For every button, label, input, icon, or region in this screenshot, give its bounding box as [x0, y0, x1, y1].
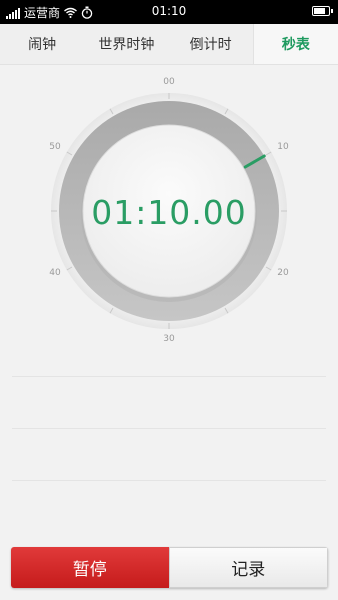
status-bar: 运营商 01:10 [0, 0, 338, 24]
status-time: 01:10 [151, 4, 187, 18]
stopwatch-dial: 00 10 20 30 40 50 01:10.00 [0, 64, 338, 364]
tab-countdown[interactable]: 倒计时 [169, 24, 253, 64]
dial-label-40: 40 [49, 268, 61, 278]
dial-label-00: 00 [163, 77, 175, 87]
dial-label-50: 50 [49, 142, 61, 152]
tab-alarm[interactable]: 闹钟 [0, 24, 84, 64]
lap-row [12, 480, 326, 532]
tab-bar: 闹钟 世界时钟 倒计时 秒表 [0, 24, 338, 65]
control-buttons: 暂停 记录 [11, 547, 328, 588]
pause-button[interactable]: 暂停 [11, 547, 169, 588]
dial-label-10: 10 [277, 142, 289, 152]
tab-world-clock[interactable]: 世界时钟 [84, 24, 168, 64]
tab-stopwatch[interactable]: 秒表 [252, 24, 338, 64]
battery-icon [312, 6, 333, 16]
lap-row [12, 428, 326, 480]
elapsed-time: 01:10.00 [91, 193, 247, 232]
lap-button[interactable]: 记录 [168, 547, 328, 588]
lap-row [12, 376, 326, 428]
dial-label-30: 30 [163, 334, 175, 344]
lap-list [12, 376, 326, 532]
dial-label-20: 20 [277, 268, 289, 278]
